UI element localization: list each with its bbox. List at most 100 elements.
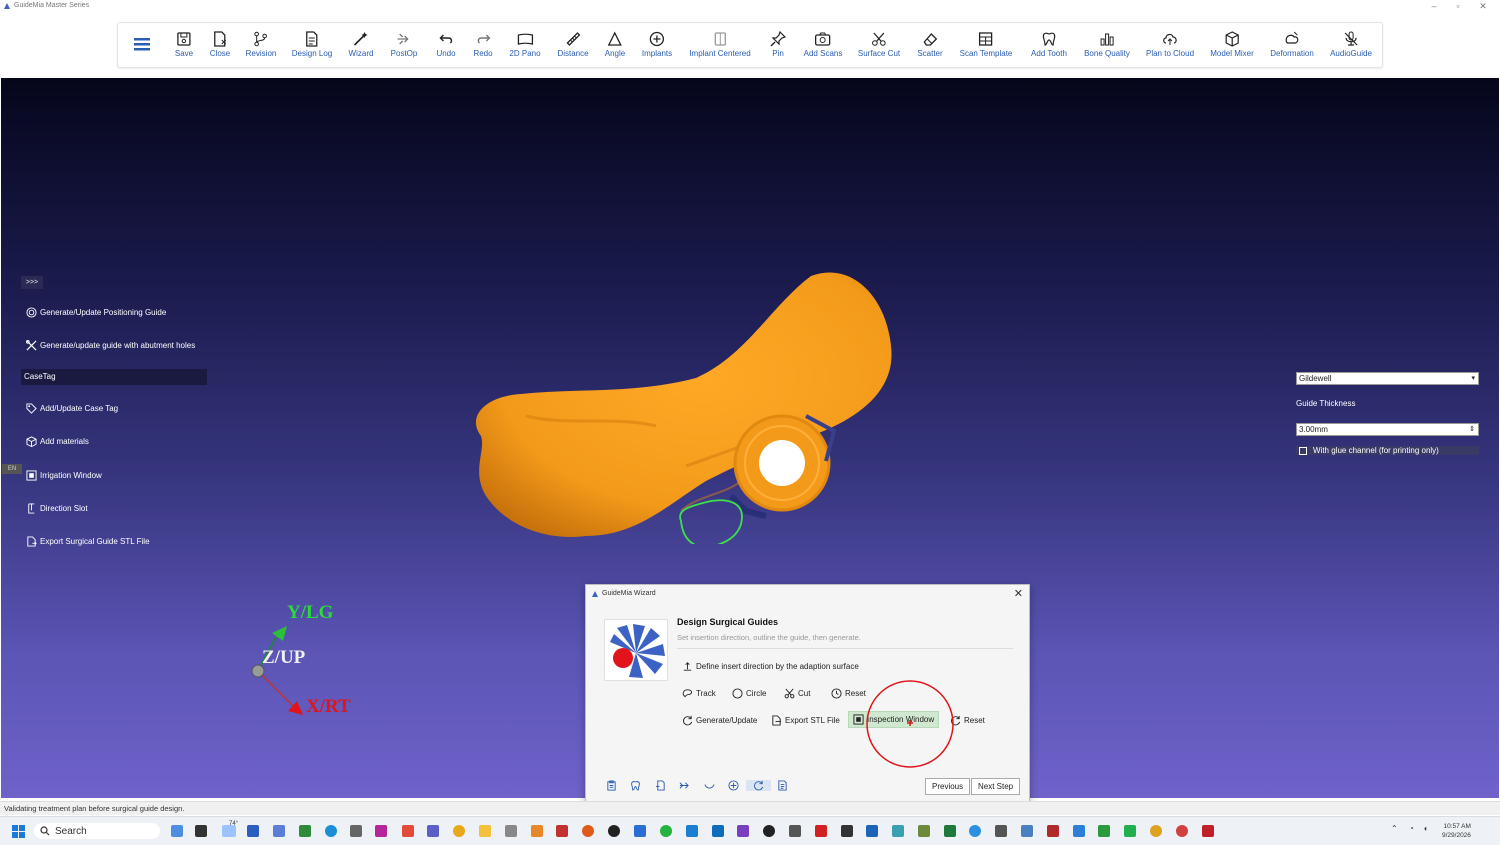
taskbar-s-app-icon[interactable] bbox=[402, 825, 414, 837]
toolbar-surface-cut-button[interactable]: Surface Cut bbox=[858, 31, 900, 58]
step-align-icon[interactable] bbox=[673, 780, 698, 791]
track-button[interactable]: Track bbox=[682, 688, 716, 699]
toolbar-implants-button[interactable]: Implants bbox=[642, 31, 672, 58]
taskbar-app14-icon[interactable] bbox=[1098, 825, 1110, 837]
sidebar-item-positioning-guide[interactable]: Generate/Update Positioning Guide bbox=[26, 307, 166, 318]
wifi-icon[interactable]: ◔ bbox=[1409, 824, 1414, 833]
taskbar-app7-icon[interactable] bbox=[892, 825, 904, 837]
taskbar-app12-icon[interactable] bbox=[1047, 825, 1059, 837]
toolbar-close-button[interactable]: Close bbox=[210, 31, 230, 58]
taskbar-outlook-icon[interactable] bbox=[712, 825, 724, 837]
toolbar-distance-button[interactable]: Distance bbox=[557, 31, 589, 58]
maximize-button[interactable]: ▫ bbox=[1451, 1, 1465, 11]
taskbar-excel-icon[interactable] bbox=[944, 825, 956, 837]
taskbar-app17-icon[interactable] bbox=[1176, 825, 1188, 837]
taskbar-app5-icon[interactable] bbox=[634, 825, 646, 837]
dental-model-3d[interactable] bbox=[466, 266, 906, 544]
glue-channel-checkbox[interactable]: With glue channel (for printing only) bbox=[1296, 446, 1479, 455]
toolbar-revision-button[interactable]: Revision bbox=[246, 31, 276, 58]
step-curve-icon[interactable] bbox=[697, 780, 722, 791]
toolbar-plan-to-cloud-button[interactable]: Plan to Cloud bbox=[1146, 31, 1194, 58]
toolbar-pin-button[interactable]: Pin bbox=[770, 31, 786, 58]
tray-chevron-icon[interactable]: ⌃ bbox=[1391, 824, 1398, 833]
taskbar-todo-icon[interactable] bbox=[505, 825, 517, 837]
generate-update-button[interactable]: Generate/Update bbox=[682, 715, 757, 726]
taskbar-app11-icon[interactable] bbox=[1021, 825, 1033, 837]
taskbar-player-icon[interactable] bbox=[763, 825, 775, 837]
toolbar-save-button[interactable]: Save bbox=[175, 31, 193, 58]
guide-thickness-spinbox[interactable]: 3.00mm ⇕ bbox=[1296, 423, 1479, 436]
cut-button[interactable]: Cut bbox=[784, 688, 810, 699]
taskbar-app-icon[interactable] bbox=[273, 825, 285, 837]
toolbar-model-mixer-button[interactable]: Model Mixer bbox=[1210, 31, 1254, 58]
step-guide-icon[interactable] bbox=[746, 780, 771, 791]
toolbar-add-tooth-button[interactable]: Add Tooth bbox=[1031, 31, 1067, 58]
sidebar-item-irrigation-window[interactable]: Irrigation Window bbox=[26, 470, 102, 481]
taskbar-openai-icon[interactable] bbox=[608, 825, 620, 837]
toolbar-scan-template-button[interactable]: Scan Template bbox=[960, 31, 1012, 58]
taskbar-guidemia-icon[interactable] bbox=[1202, 825, 1214, 837]
toolbar-wizard-button[interactable]: Wizard bbox=[349, 31, 373, 58]
step-clipboard-icon[interactable] bbox=[599, 780, 624, 791]
sidebar-toggle-button[interactable]: >>> bbox=[21, 276, 43, 289]
taskbar-app4-icon[interactable] bbox=[582, 825, 594, 837]
taskbar-terminal-icon[interactable] bbox=[841, 825, 853, 837]
toolbar-design-log-button[interactable]: Design Log bbox=[292, 31, 332, 58]
sidebar-item-case-tag[interactable]: Add/Update Case Tag bbox=[26, 403, 118, 414]
toolbar-postop-button[interactable]: PostOp bbox=[391, 31, 417, 58]
hamburger-menu-icon[interactable] bbox=[134, 37, 150, 51]
taskbar-clock[interactable]: 10:57 AM 9/29/2026 bbox=[1442, 822, 1471, 840]
toolbar-redo-button[interactable]: Redo bbox=[473, 31, 493, 58]
sidebar-item-add-materials[interactable]: Add materials bbox=[26, 436, 89, 447]
step-tooth-icon[interactable] bbox=[624, 780, 649, 791]
spin-arrows-icon[interactable]: ⇕ bbox=[1469, 424, 1475, 435]
guide-outline[interactable] bbox=[679, 499, 743, 544]
toolbar-undo-button[interactable]: Undo bbox=[436, 31, 456, 58]
export-stl-button[interactable]: Export STL File bbox=[771, 715, 840, 726]
windows-start-icon[interactable] bbox=[12, 825, 25, 838]
toolbar-scatter-button[interactable]: Scatter bbox=[917, 31, 943, 58]
taskbar-media-icon[interactable] bbox=[375, 825, 387, 837]
taskbar-acrobat-icon[interactable] bbox=[815, 825, 827, 837]
taskbar-whatsapp-icon[interactable] bbox=[660, 825, 672, 837]
close-window-button[interactable]: ✕ bbox=[1476, 1, 1490, 12]
taskbar-desktop-icon[interactable] bbox=[195, 825, 207, 837]
next-step-button[interactable]: Next Step bbox=[971, 778, 1021, 795]
minimize-button[interactable]: – bbox=[1427, 1, 1441, 11]
step-implant-icon[interactable] bbox=[722, 780, 747, 791]
casetag-field[interactable]: CaseTag bbox=[21, 369, 207, 385]
taskbar-sync-icon[interactable] bbox=[299, 825, 311, 837]
taskbar-app10-icon[interactable] bbox=[995, 825, 1007, 837]
taskbar-app6-icon[interactable] bbox=[789, 825, 801, 837]
taskbar-app2-icon[interactable] bbox=[531, 825, 543, 837]
taskbar-store-icon[interactable] bbox=[247, 825, 259, 837]
toolbar-bone-quality-button[interactable]: Bone Quality bbox=[1084, 31, 1130, 58]
taskbar-db-icon[interactable] bbox=[350, 825, 362, 837]
toolbar-2d-pano-button[interactable]: 2D Pano bbox=[509, 31, 541, 58]
taskbar-app15-icon[interactable] bbox=[1124, 825, 1136, 837]
toolbar-implant-centered-button[interactable]: Implant Centered bbox=[689, 31, 751, 58]
step-report-icon[interactable] bbox=[771, 780, 796, 791]
taskbar-explorer-icon[interactable] bbox=[479, 825, 491, 837]
volume-icon[interactable]: ◖ bbox=[1423, 824, 1428, 833]
reset-outline-button[interactable]: Reset bbox=[831, 688, 866, 699]
wizard-close-button[interactable]: ✕ bbox=[1014, 587, 1023, 600]
sidebar-item-export-stl[interactable]: Export Surgical Guide STL File bbox=[26, 536, 150, 547]
taskbar-chrome-icon[interactable] bbox=[453, 825, 465, 837]
previous-button[interactable]: Previous bbox=[925, 778, 971, 795]
taskbar-app13-icon[interactable] bbox=[1073, 825, 1085, 837]
taskbar-word-icon[interactable] bbox=[866, 825, 878, 837]
taskbar-vscode-icon[interactable] bbox=[686, 825, 698, 837]
taskbar-edge-icon[interactable] bbox=[325, 825, 337, 837]
sidebar-item-direction-slot[interactable]: Direction Slot bbox=[26, 503, 88, 514]
taskbar-app9-icon[interactable] bbox=[969, 825, 981, 837]
language-tab[interactable]: EN bbox=[2, 464, 22, 474]
taskbar-app3-icon[interactable] bbox=[556, 825, 568, 837]
toolbar-deformation-button[interactable]: Deformation bbox=[1270, 31, 1314, 58]
toolbar-audioguide-button[interactable]: AudioGuide bbox=[1330, 31, 1372, 58]
toolbar-add-scans-button[interactable]: Add Scans bbox=[804, 31, 842, 58]
taskbar-teams-icon[interactable] bbox=[427, 825, 439, 837]
step-scan-icon[interactable] bbox=[648, 780, 673, 791]
define-direction-button[interactable]: Define insert direction by the adaption … bbox=[682, 661, 859, 672]
taskbar-copilot-icon[interactable] bbox=[171, 825, 183, 837]
